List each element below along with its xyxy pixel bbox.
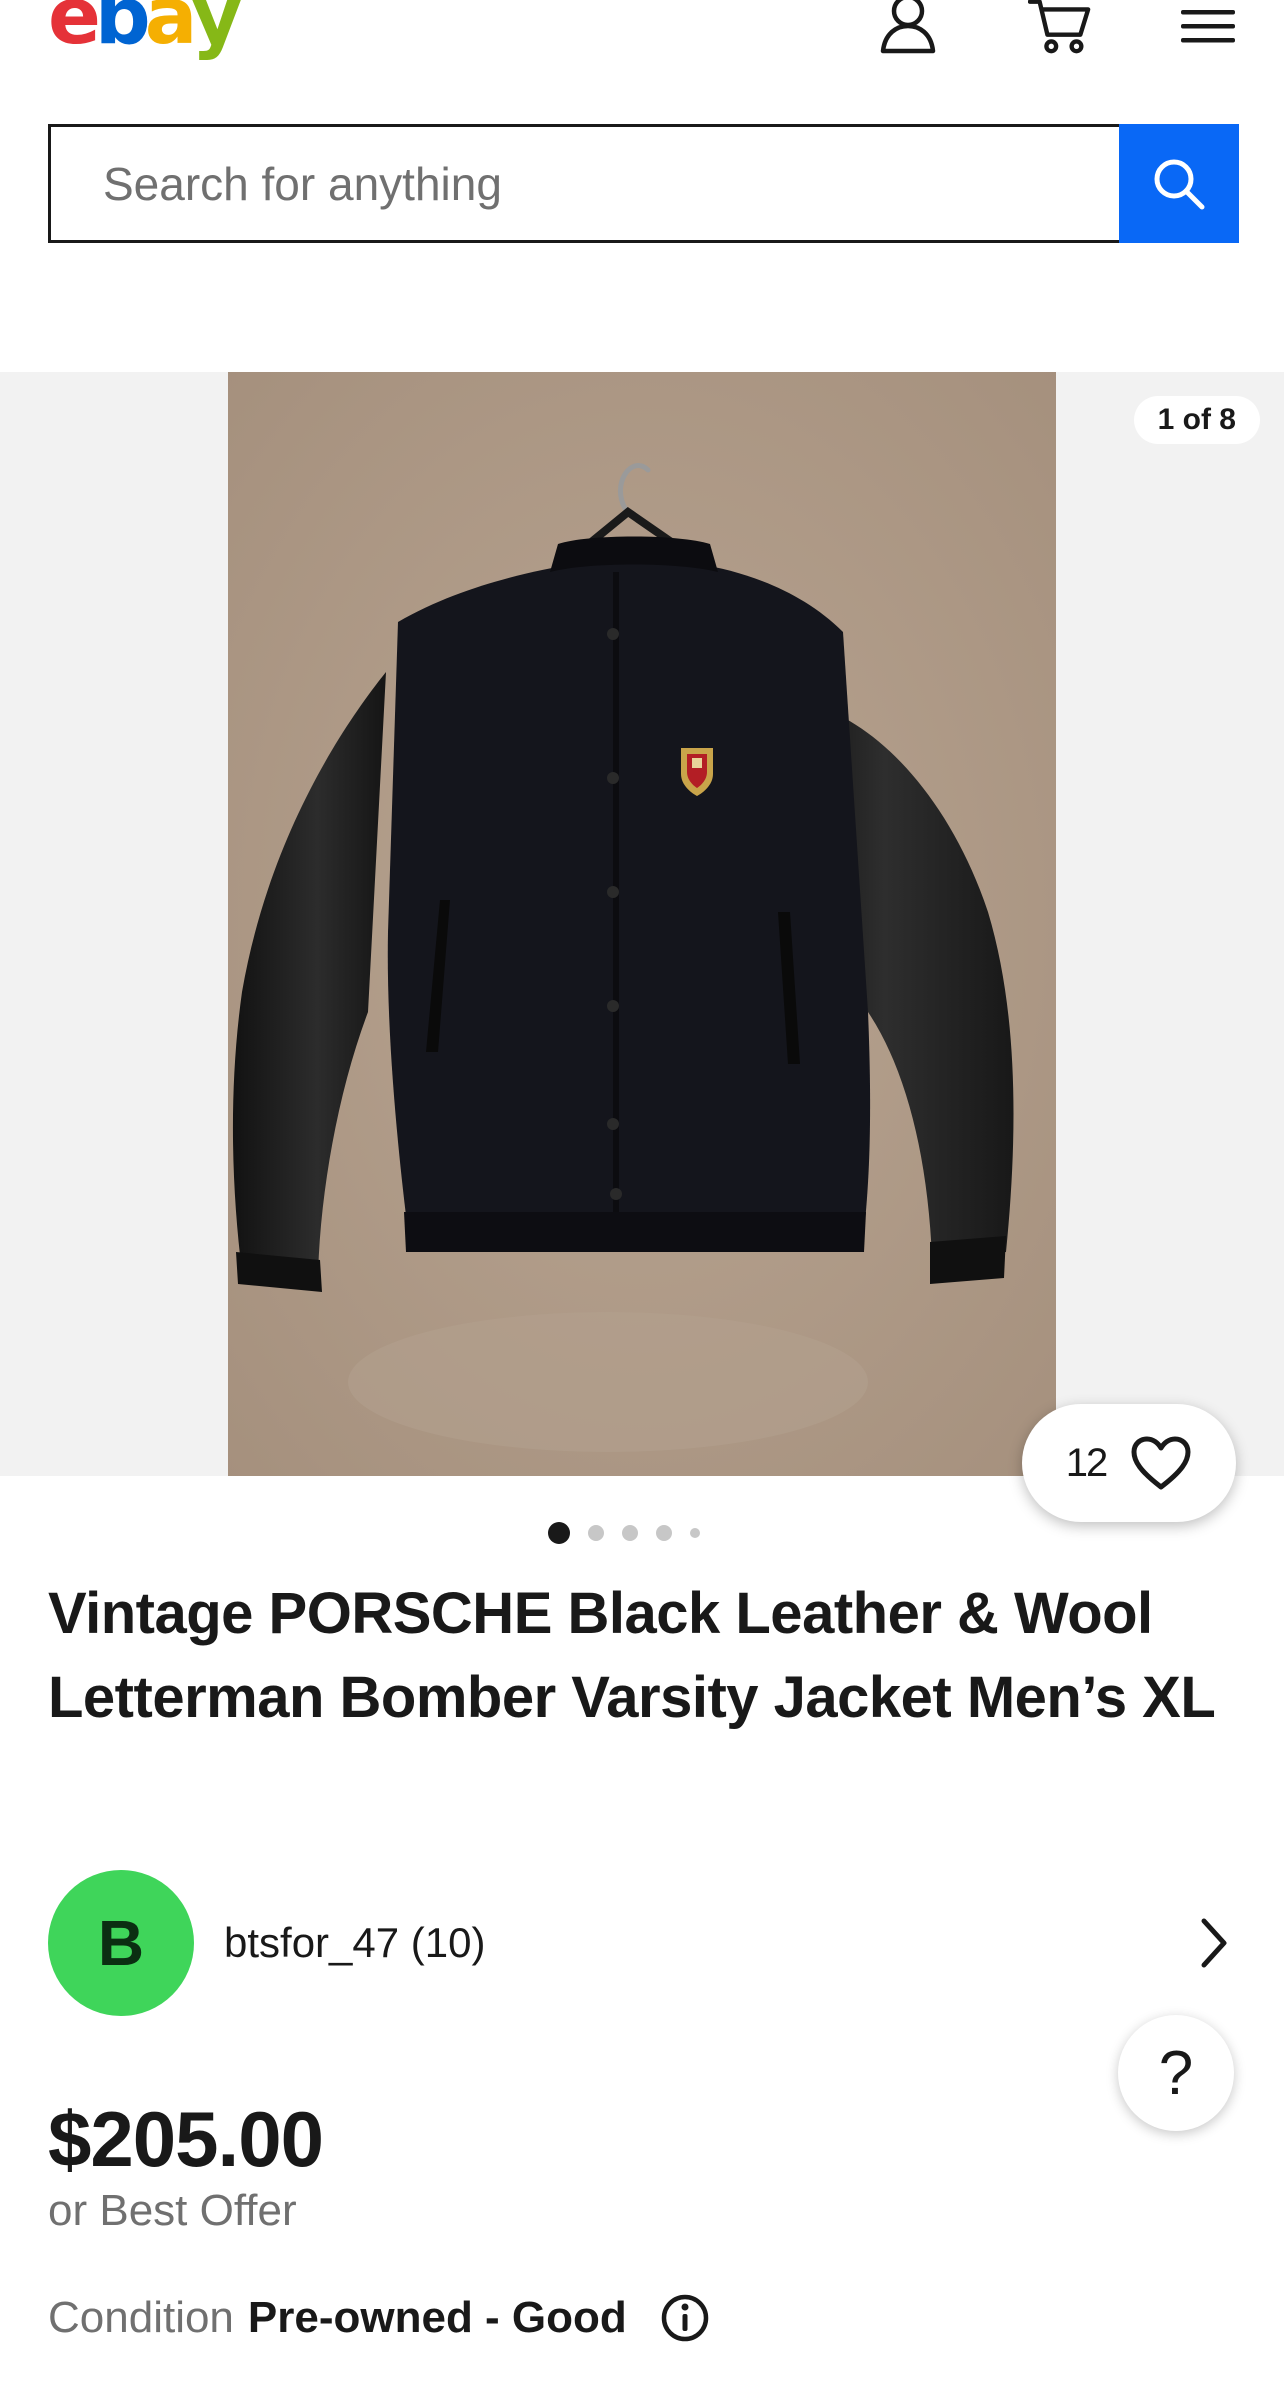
seller-row[interactable]: B btsfor_47 (10) — [48, 1870, 1238, 2016]
search-button[interactable] — [1119, 124, 1239, 243]
image-gallery[interactable]: 1 of 8 — [0, 372, 1284, 1476]
carousel-dot[interactable] — [622, 1525, 638, 1541]
heart-icon — [1131, 1436, 1191, 1490]
carousel-dot-active[interactable] — [548, 1522, 570, 1544]
logo-letter-a: a — [144, 0, 198, 62]
header: ebay — [0, 0, 1284, 110]
image-counter: 1 of 8 — [1133, 396, 1260, 444]
condition-value: Pre-owned - Good — [247, 2293, 627, 2342]
watch-count: 12 — [1065, 1440, 1108, 1485]
seller-name: btsfor_47 (10) — [224, 1919, 486, 1966]
best-offer-label: or Best Offer — [48, 2186, 297, 2235]
carousel-dots — [548, 1521, 700, 1545]
help-icon: ? — [1158, 2038, 1194, 2108]
logo-letter-e: e — [48, 0, 101, 62]
watch-button[interactable]: 12 — [1022, 1404, 1236, 1522]
carousel-dot[interactable] — [656, 1525, 672, 1541]
help-button[interactable]: ? — [1118, 2015, 1234, 2131]
logo-letter-b: b — [94, 0, 151, 62]
search-icon — [1154, 159, 1205, 209]
product-photo-jacket[interactable] — [228, 372, 1056, 1476]
price: $205.00 — [48, 2095, 324, 2183]
cart-icon[interactable] — [1028, 0, 1092, 56]
logo-letter-y: y — [191, 0, 242, 62]
ebay-logo[interactable]: ebay — [48, 0, 242, 62]
listing-title: Vintage PORSCHE Black Leather & Wool Let… — [48, 1581, 1216, 1730]
condition-label: Condition — [48, 2293, 234, 2342]
carousel-dot[interactable] — [588, 1525, 604, 1541]
carousel-dot[interactable] — [690, 1528, 700, 1538]
info-icon[interactable] — [659, 2292, 711, 2344]
search-input[interactable] — [48, 124, 1119, 243]
search-bar — [48, 124, 1239, 243]
seller-avatar: B — [48, 1870, 194, 2016]
menu-icon[interactable] — [1176, 0, 1240, 58]
account-icon[interactable] — [876, 0, 940, 56]
chevron-right-icon — [1201, 1918, 1227, 1968]
condition-row: Condition Pre-owned - Good — [48, 2292, 711, 2344]
